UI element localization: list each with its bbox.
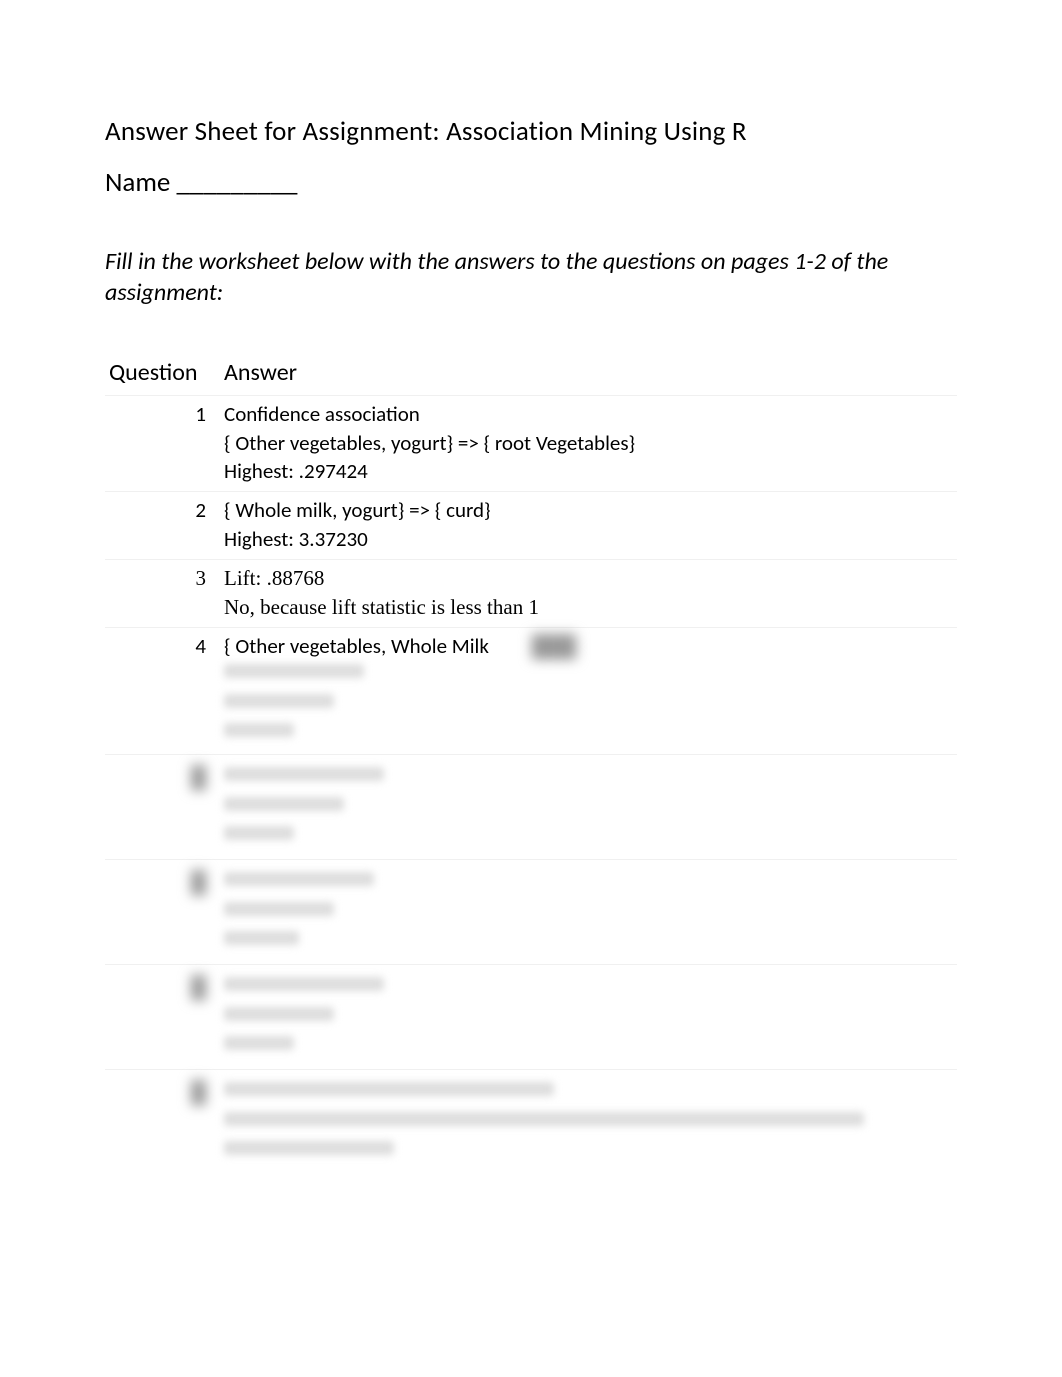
answer-cell: { Whole milk, yogurt} => { curd} Highest… bbox=[220, 492, 957, 560]
answer-line: { Other vegetables, yogurt} => { root Ve… bbox=[224, 429, 949, 457]
obscured-line bbox=[224, 973, 949, 1002]
question-number: █ bbox=[105, 1070, 220, 1175]
page-title: Answer Sheet for Assignment: Association… bbox=[105, 115, 957, 148]
answer-cell bbox=[220, 1070, 957, 1175]
answer-line: No, because lift statistic is less than … bbox=[224, 593, 949, 621]
obscured-line bbox=[224, 1078, 949, 1107]
question-number: 1 bbox=[105, 396, 220, 492]
obscured-line bbox=[224, 1032, 949, 1061]
obscured-line bbox=[224, 719, 949, 748]
question-number: █ bbox=[105, 965, 220, 1070]
obscured-line bbox=[224, 927, 949, 956]
table-row: 1 Confidence association { Other vegetab… bbox=[105, 396, 957, 492]
obscured-line bbox=[224, 763, 949, 792]
question-number: █ bbox=[105, 860, 220, 965]
answer-text: { Other vegetables, Whole Milk bbox=[224, 633, 489, 659]
table-row: █ bbox=[105, 965, 957, 1070]
name-field-label: Name _________ bbox=[105, 166, 957, 199]
answer-line: Confidence association bbox=[224, 400, 949, 428]
obscured-line bbox=[224, 690, 949, 719]
answer-cell: { Other vegetables, Whole Milk ███ bbox=[220, 627, 957, 754]
question-number: █ bbox=[105, 755, 220, 860]
obscured-line bbox=[224, 822, 949, 851]
answer-cell bbox=[220, 860, 957, 965]
answer-line: Lift: .88768 bbox=[224, 564, 949, 592]
answer-cell: Lift: .88768 No, because lift statistic … bbox=[220, 560, 957, 628]
table-row: █ bbox=[105, 755, 957, 860]
question-number: 4 bbox=[105, 627, 220, 754]
answer-line: { Whole milk, yogurt} => { curd} bbox=[224, 496, 949, 524]
obscured-line bbox=[224, 898, 949, 927]
instructions-text: Fill in the worksheet below with the ans… bbox=[105, 247, 957, 308]
obscured-line bbox=[224, 1108, 949, 1137]
header-question: Question bbox=[105, 352, 220, 396]
header-answer: Answer bbox=[220, 352, 957, 396]
question-number: 2 bbox=[105, 492, 220, 560]
table-row: 2 { Whole milk, yogurt} => { curd} Highe… bbox=[105, 492, 957, 560]
answer-line: { Other vegetables, Whole Milk ███ bbox=[224, 632, 949, 660]
obscured-text: ███ bbox=[494, 633, 577, 659]
answer-cell: Confidence association { Other vegetable… bbox=[220, 396, 957, 492]
obscured-line bbox=[224, 1003, 949, 1032]
table-row: █ bbox=[105, 1070, 957, 1175]
answer-line: Highest: .297424 bbox=[224, 457, 949, 485]
obscured-line bbox=[224, 1137, 949, 1166]
obscured-line bbox=[224, 660, 949, 689]
table-row: █ bbox=[105, 860, 957, 965]
table-row: 4 { Other vegetables, Whole Milk ███ bbox=[105, 627, 957, 754]
answer-line: Highest: 3.37230 bbox=[224, 525, 949, 553]
obscured-line bbox=[224, 868, 949, 897]
answer-cell bbox=[220, 965, 957, 1070]
question-number: 3 bbox=[105, 560, 220, 628]
answer-cell bbox=[220, 755, 957, 860]
obscured-line bbox=[224, 793, 949, 822]
table-row: 3 Lift: .88768 No, because lift statisti… bbox=[105, 560, 957, 628]
table-header-row: Question Answer bbox=[105, 352, 957, 396]
answers-table: Question Answer 1 Confidence association… bbox=[105, 352, 957, 1174]
